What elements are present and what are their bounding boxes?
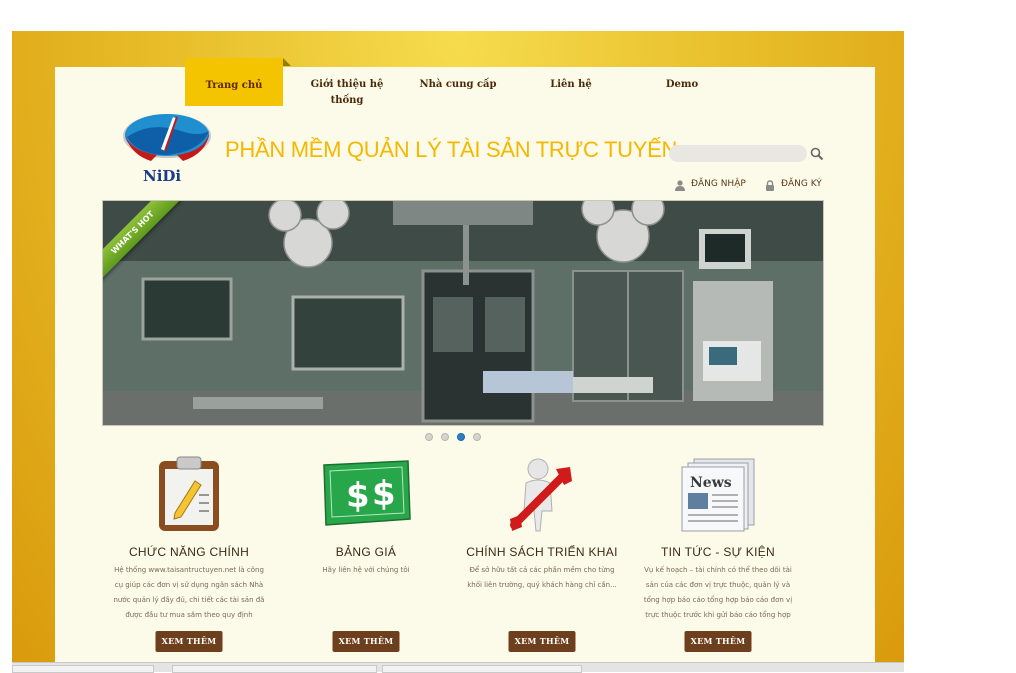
- feature-description: Để sở hữu tất cả các phần mềm cho từng k…: [467, 566, 617, 589]
- feature-deployment-policy: CHÍNH SÁCH TRIỂN KHAI Để sở hữu tất cả c…: [457, 455, 627, 655]
- feature-description: Hệ thống www.taisantructuyen.net là công…: [113, 566, 265, 619]
- feature-pricing: $ $ BẢNG GIÁ Hãy liên hệ với chúng tôi X…: [281, 455, 451, 655]
- feature-title: CHÍNH SÁCH TRIỂN KHAI: [466, 545, 618, 559]
- nav-item-home[interactable]: Trang chủ: [185, 58, 283, 106]
- operating-room-image: [103, 201, 823, 425]
- logo-emblem-icon: [123, 114, 211, 161]
- nav-item-about[interactable]: Giới thiệu hệ thống: [295, 77, 399, 106]
- feature-main-functions: CHỨC NĂNG CHÍNH Hệ thống www.taisantruct…: [104, 455, 274, 655]
- lock-icon: [765, 180, 775, 191]
- svg-text:$: $: [346, 476, 370, 516]
- main-nav: Trang chủ Giới thiệu hệ thống Nhà cung c…: [55, 58, 875, 107]
- read-more-button[interactable]: XEM THÊM: [508, 631, 576, 652]
- nav-item-demo[interactable]: Demo: [647, 77, 717, 97]
- clipboard-icon: [139, 455, 239, 533]
- slider-dot-3[interactable]: [457, 433, 465, 441]
- feature-title: BẢNG GIÁ: [335, 545, 397, 559]
- wrench-person-icon: [492, 455, 592, 533]
- user-icon: [675, 180, 685, 191]
- read-more-button[interactable]: XEM THÊM: [155, 631, 223, 652]
- page-content: Trang chủ Giới thiệu hệ thống Nhà cung c…: [55, 58, 875, 672]
- read-more-button[interactable]: XEM THÊM: [684, 631, 752, 652]
- news-icon: News: [668, 455, 768, 533]
- slider-dot-1[interactable]: [425, 433, 433, 441]
- feature-description: Hãy liên hệ với chúng tôi: [322, 566, 410, 574]
- nav-item-contact[interactable]: Liên hệ: [533, 77, 609, 97]
- slider-dot-4[interactable]: [473, 433, 481, 441]
- logo[interactable]: NiDi: [121, 111, 213, 193]
- read-more-button[interactable]: XEM THÊM: [332, 631, 400, 652]
- svg-text:News: News: [690, 475, 732, 491]
- feature-title: TIN TỨC - SỰ KIỆN: [660, 545, 776, 559]
- nav-tab-fold: [283, 58, 291, 66]
- feature-description: Vụ kế hoạch – tài chính có thể theo dõi …: [643, 566, 793, 619]
- hero-slider[interactable]: WHAT'S HOT: [102, 200, 824, 426]
- site-title: PHẦN MỀM QUẢN LÝ TÀI SẢN TRỰC TUYẾN: [225, 137, 678, 162]
- register-link[interactable]: ĐĂNG KÝ: [781, 179, 822, 189]
- feature-news-events: News TIN TỨC - SỰ KIỆN Vụ kế hoạch – tài…: [633, 455, 803, 655]
- slider-dot-2[interactable]: [441, 433, 449, 441]
- site-frame: Trang chủ Giới thiệu hệ thống Nhà cung c…: [12, 31, 904, 672]
- search-icon[interactable]: [810, 146, 824, 161]
- search-input[interactable]: [669, 145, 807, 162]
- logo-text: NiDi: [143, 167, 182, 185]
- horizontal-scrollbar[interactable]: [12, 662, 904, 673]
- svg-text:$: $: [372, 474, 396, 514]
- feature-title: CHỨC NĂNG CHÍNH: [128, 545, 250, 559]
- money-icon: $ $: [316, 455, 416, 533]
- login-link[interactable]: ĐĂNG NHẬP: [691, 179, 746, 189]
- nav-item-suppliers[interactable]: Nhà cung cấp: [413, 77, 503, 97]
